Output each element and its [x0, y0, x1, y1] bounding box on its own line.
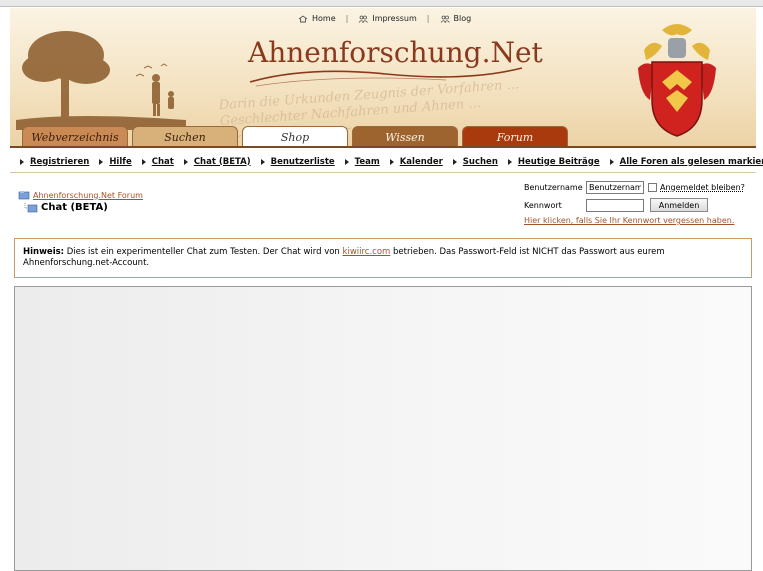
forgot-password-link[interactable]: Hier klicken, falls Sie Ihr Kennwort ver… [524, 216, 756, 225]
top-link-separator: | [345, 14, 349, 23]
notice-label: Hinweis: [23, 247, 65, 257]
nav-chat-beta[interactable]: Chat (BETA) [184, 157, 251, 167]
coat-of-arms-icon [638, 24, 716, 137]
kiwiirc-link[interactable]: kiwiirc.com [343, 247, 391, 257]
home-icon [298, 14, 308, 22]
nav-team[interactable]: Team [345, 157, 380, 167]
login-button[interactable]: Anmelden [650, 198, 708, 212]
forum-navbar: Registrieren Hilfe Chat Chat (BETA) Benu… [10, 151, 763, 173]
main-tabs: Webverzeichnis Suchen Shop Wissen Forum [22, 126, 568, 148]
page: Darin die Urkunden Zeugnis der Vorfahren… [10, 8, 763, 571]
tree-family-silhouette [16, 31, 186, 130]
tab-wissen[interactable]: Wissen [352, 126, 458, 148]
username-input[interactable] [586, 180, 644, 194]
top-links: Home | Impressum | Blog [298, 14, 471, 23]
impressum-link-label: Impressum [372, 14, 417, 23]
logo-swirl [249, 67, 523, 87]
nav-benutzerliste[interactable]: Benutzerliste [261, 157, 335, 167]
folder-tree-icon [24, 202, 38, 212]
password-input[interactable] [586, 198, 644, 212]
site-header: Darin die Urkunden Zeugnis der Vorfahren… [10, 8, 756, 148]
breadcrumb-current: Chat (BETA) [41, 202, 108, 213]
notice-text-before: Dies ist ein experimenteller Chat zum Te… [64, 247, 343, 257]
impressum-link[interactable]: Impressum [358, 14, 417, 23]
tab-forum[interactable]: Forum [462, 126, 568, 148]
home-link-label: Home [312, 14, 336, 23]
blog-link-label: Blog [453, 14, 472, 23]
nav-heutige-beitraege[interactable]: Heutige Beiträge [508, 157, 600, 167]
browser-top-edge [0, 0, 763, 7]
nav-hilfe[interactable]: Hilfe [99, 157, 131, 167]
chat-frame[interactable] [14, 286, 752, 571]
forum-home-icon [18, 191, 30, 200]
remember-label[interactable]: Angemeldet bleiben? [660, 183, 745, 192]
blog-link[interactable]: Blog [440, 14, 472, 23]
remember-checkbox[interactable] [648, 182, 657, 192]
nav-chat[interactable]: Chat [142, 157, 174, 167]
notice-box: Hinweis: Dies ist ein experimenteller Ch… [14, 238, 752, 278]
nav-kalender[interactable]: Kalender [390, 157, 443, 167]
breadcrumb-forum-link[interactable]: Ahnenforschung.Net Forum [33, 191, 143, 200]
nav-registrieren[interactable]: Registrieren [20, 157, 89, 167]
breadcrumb: Ahnenforschung.Net Forum Chat (BETA) [18, 190, 143, 213]
tab-suchen[interactable]: Suchen [132, 126, 238, 148]
top-link-separator: | [426, 14, 430, 23]
username-label: Benutzername [524, 182, 583, 192]
tab-webverzeichnis[interactable]: Webverzeichnis [22, 126, 128, 148]
tab-shop[interactable]: Shop [242, 126, 348, 148]
home-link[interactable]: Home [298, 14, 336, 23]
people-icon [359, 15, 369, 23]
nav-suchen[interactable]: Suchen [453, 157, 498, 167]
people-icon [440, 15, 450, 23]
login-box: Benutzername Angemeldet bleiben? Kennwor… [524, 179, 756, 225]
tab-baseline [10, 146, 756, 148]
password-label: Kennwort [524, 200, 562, 210]
nav-alle-gelesen[interactable]: Alle Foren als gelesen markieren [610, 157, 763, 167]
